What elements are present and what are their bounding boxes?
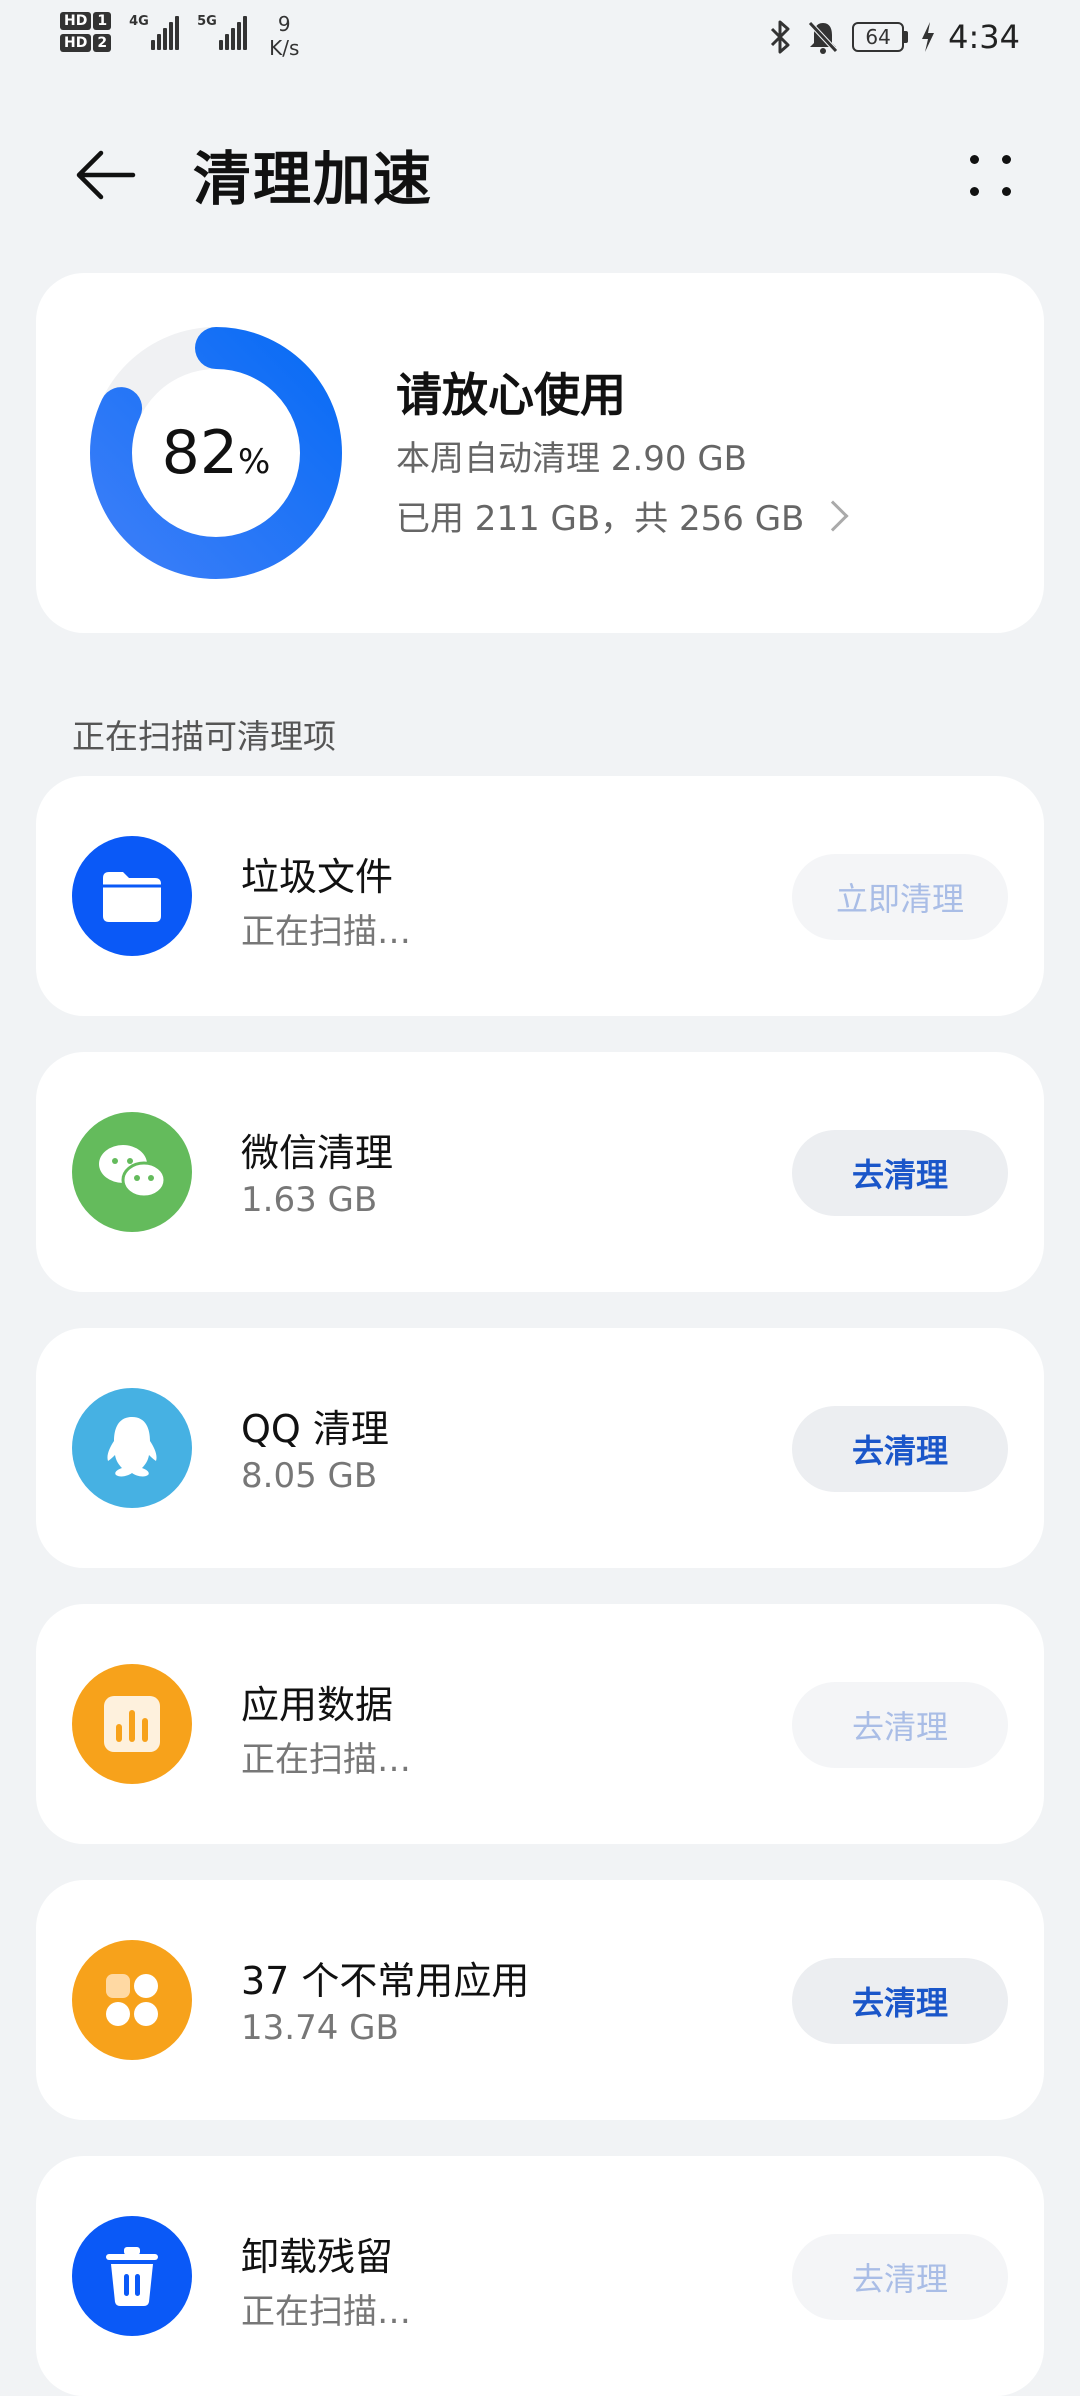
item-title: 微信清理 [241,1131,394,1175]
go-clean-button[interactable]: 去清理 [792,2234,1008,2320]
app-header: 清理加速 [0,110,1080,230]
signal-2-icon: 5G [197,12,248,50]
storage-used-text[interactable]: 已用 211 GB，共 256 GB [396,491,849,540]
usage-percent: 82 % [161,418,271,488]
clock: 4:34 [948,18,1020,56]
section-label: 正在扫描可清理项 [72,717,336,756]
more-options-button[interactable] [955,140,1025,210]
sim2-badge: HD 2 [60,34,112,52]
list-item-app-data[interactable]: 应用数据 正在扫描… 去清理 [36,1604,1044,1844]
battery-icon: 64 [852,22,909,52]
dot-icon [969,186,979,196]
list-item-unused-apps[interactable]: 37 个不常用应用 13.74 GB 去清理 [36,1880,1044,2120]
item-title: QQ 清理 [241,1407,389,1451]
sim1-badge: HD 1 [60,12,112,30]
list-item-qq-clean[interactable]: QQ 清理 8.05 GB 去清理 [36,1328,1044,1568]
dot-icon [1001,186,1011,196]
item-subtitle: 正在扫描… [241,1740,411,1780]
item-subtitle: 正在扫描… [241,2292,411,2332]
mute-bell-icon [808,21,838,54]
chevron-right-icon [817,499,849,532]
item-title: 垃圾文件 [241,855,394,899]
trash-icon [72,2216,192,2336]
item-title: 卸载残留 [241,2235,394,2279]
storage-status-title: 请放心使用 [396,368,626,422]
list-item-junk-files[interactable]: 垃圾文件 正在扫描… 立即清理 [36,776,1044,1016]
item-title: 应用数据 [241,1683,394,1727]
list-item-uninstall-residue[interactable]: 卸载残留 正在扫描… 去清理 [36,2156,1044,2396]
item-subtitle: 1.63 GB [241,1180,378,1220]
bluetooth-icon [771,20,790,54]
item-title: 37 个不常用应用 [241,1959,530,2003]
weekly-clean-text: 本周自动清理 2.90 GB [396,439,747,479]
app-grid-icon [72,1940,192,2060]
charging-icon [922,22,935,52]
bar-chart-icon [72,1664,192,1784]
storage-summary-card[interactable]: 82 % 请放心使用 本周自动清理 2.90 GB 已用 211 GB，共 25… [36,273,1044,633]
qq-icon [72,1388,192,1508]
go-clean-button[interactable]: 去清理 [792,1406,1008,1492]
folder-icon [72,836,192,956]
go-clean-button[interactable]: 去清理 [792,1682,1008,1768]
page-title: 清理加速 [193,145,434,213]
clean-now-button[interactable]: 立即清理 [792,854,1008,940]
item-subtitle: 正在扫描… [241,912,411,952]
go-clean-button[interactable]: 去清理 [792,1130,1008,1216]
arrow-left-icon [76,150,136,200]
back-button[interactable] [60,130,150,220]
dot-icon [969,154,979,164]
status-bar: HD 1 HD 2 4G 5G 9 K/s 64 4:34 [0,0,1080,80]
item-subtitle: 13.74 GB [241,2008,399,2048]
item-subtitle: 8.05 GB [241,1456,378,1496]
network-speed: 9 K/s [269,12,300,60]
go-clean-button[interactable]: 去清理 [792,1958,1008,2044]
list-item-wechat-clean[interactable]: 微信清理 1.63 GB 去清理 [36,1052,1044,1292]
dot-icon [1001,154,1011,164]
signal-1-icon: 4G [129,12,180,50]
wechat-icon [72,1112,192,1232]
